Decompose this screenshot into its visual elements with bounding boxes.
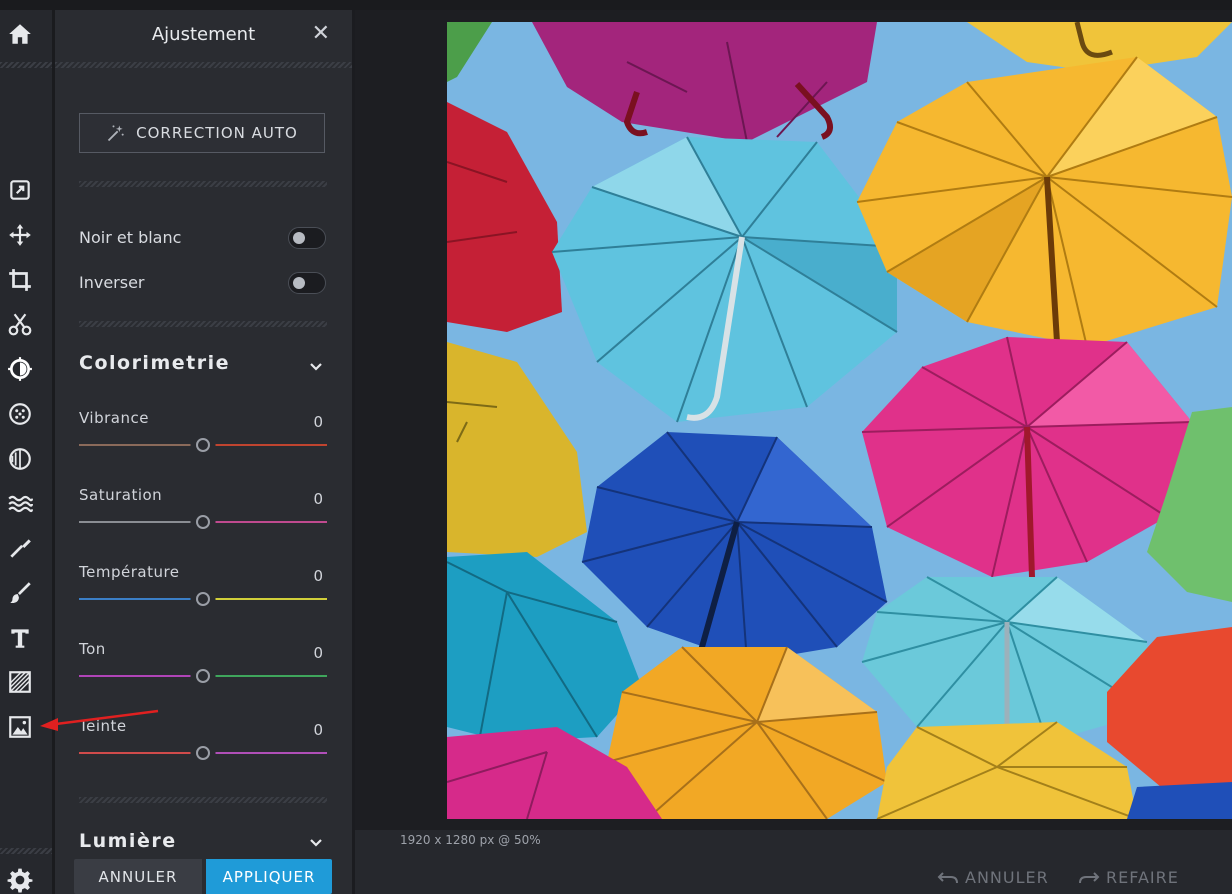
rail-hatch-divider-bottom	[0, 848, 52, 854]
colorimetry-section-title[interactable]: Colorimetrie	[79, 352, 230, 374]
slider-value: 0	[313, 567, 323, 585]
tool-rail	[0, 10, 52, 894]
slider-value: 0	[313, 644, 323, 662]
invert-toggle[interactable]	[288, 272, 326, 294]
invert-label: Inverser	[79, 273, 145, 292]
redo-label: REFAIRE	[1106, 868, 1179, 887]
slider-thumb[interactable]	[196, 669, 210, 683]
umbrella-photo-image	[447, 22, 1232, 819]
toggle-knob	[293, 232, 305, 244]
crop-icon[interactable]	[6, 266, 34, 294]
section-hatch-divider	[79, 181, 327, 187]
auto-correction-button[interactable]: CORRECTION AUTO	[79, 113, 325, 153]
photo-umbrellas[interactable]	[447, 22, 1232, 819]
slider-label: Température	[79, 563, 180, 581]
wave-icon[interactable]	[6, 490, 34, 518]
texture-icon[interactable]	[6, 668, 34, 696]
panel-hatch-divider	[55, 62, 352, 68]
panel-title: Ajustement	[151, 24, 256, 45]
slider-label: Ton	[79, 640, 106, 658]
slider-value: 0	[313, 413, 323, 431]
paint-icon[interactable]	[6, 579, 34, 607]
apply-button[interactable]: APPLIQUER	[206, 859, 332, 894]
slider-thumb[interactable]	[196, 592, 210, 606]
slider-value: 0	[313, 721, 323, 739]
section-hatch-divider	[79, 321, 327, 327]
adjust-icon[interactable]	[6, 355, 34, 383]
chevron-down-icon[interactable]	[309, 360, 323, 374]
export-icon[interactable]	[6, 176, 34, 204]
slider-label: Vibrance	[79, 409, 149, 427]
close-icon[interactable]: ✕	[312, 23, 330, 45]
home-icon[interactable]	[6, 20, 34, 48]
cut-icon[interactable]	[6, 310, 34, 338]
image-info-text: 1920 x 1280 px @ 50%	[400, 833, 541, 847]
slider-label: Saturation	[79, 486, 163, 504]
slider-thumb[interactable]	[196, 746, 210, 760]
light-section-title[interactable]: Lumière	[79, 830, 177, 852]
auto-correction-label: CORRECTION AUTO	[136, 124, 298, 142]
redo-icon	[1079, 871, 1100, 883]
slider-thumb[interactable]	[196, 515, 210, 529]
slider-value: 0	[313, 490, 323, 508]
cancel-button[interactable]: ANNULER	[74, 859, 202, 894]
rail-hatch-divider	[0, 62, 52, 68]
filter-icon[interactable]	[6, 445, 34, 473]
move-icon[interactable]	[6, 221, 34, 249]
undo-button[interactable]: ANNULER	[937, 868, 1049, 887]
adjustment-panel: Ajustement ✕ CORRECTION AUTO Noir et bla…	[55, 10, 352, 894]
redo-button[interactable]: REFAIRE	[1078, 868, 1179, 887]
effects-icon[interactable]	[6, 400, 34, 428]
black-white-label: Noir et blanc	[79, 228, 182, 247]
settings-icon[interactable]	[6, 866, 34, 894]
text-icon[interactable]	[6, 624, 34, 652]
black-white-toggle[interactable]	[288, 227, 326, 249]
chevron-down-icon[interactable]	[309, 836, 323, 850]
slider-thumb[interactable]	[196, 438, 210, 452]
brush-icon[interactable]	[6, 534, 34, 562]
toggle-knob	[293, 277, 305, 289]
undo-label: ANNULER	[965, 868, 1049, 887]
annotation-arrow	[40, 709, 159, 731]
section-hatch-divider	[79, 797, 327, 803]
magic-wand-icon	[108, 125, 124, 142]
top-strip	[0, 0, 1232, 10]
image-icon[interactable]	[6, 713, 34, 741]
undo-icon	[937, 871, 958, 883]
